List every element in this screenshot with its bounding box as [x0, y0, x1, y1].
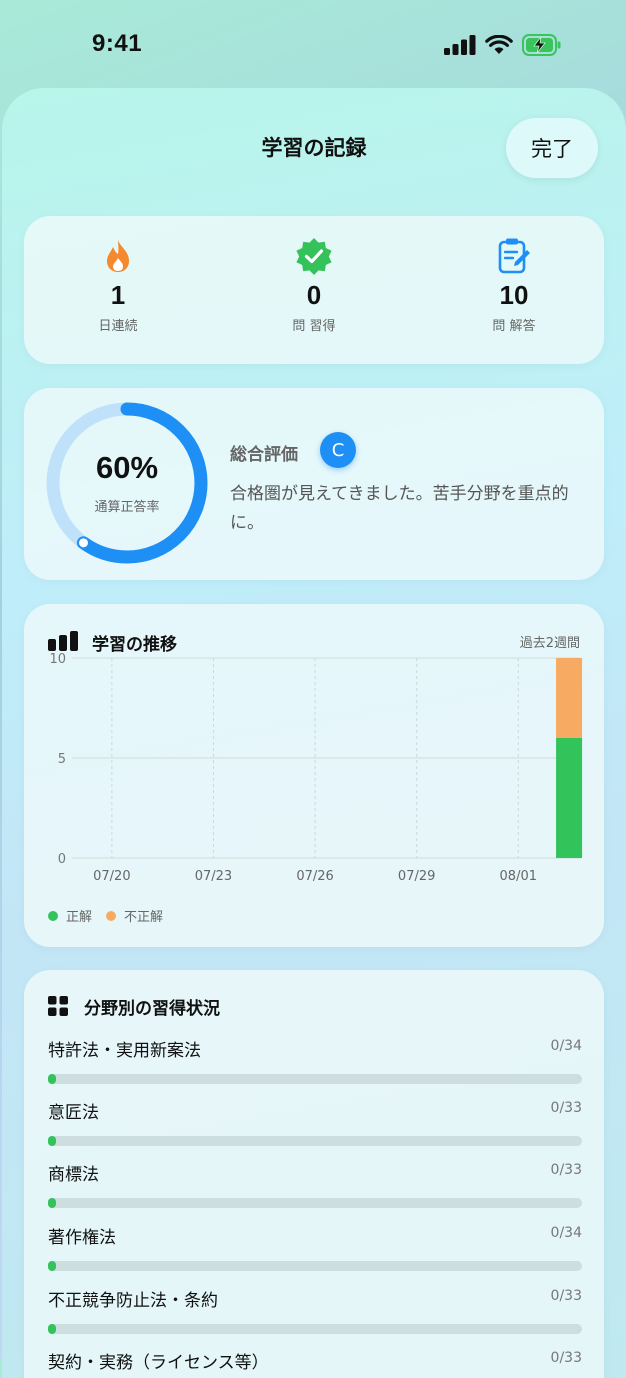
clipboard-edit-icon — [498, 238, 530, 274]
category-title: 分野別の習得状況 — [84, 999, 220, 1019]
accuracy-label: 通算正答率 — [94, 500, 160, 515]
legend-dot-incorrect — [106, 910, 117, 921]
stat-label: 問 解答 — [492, 319, 536, 334]
category-progress-fill — [48, 1074, 56, 1084]
category-item[interactable]: 意匠法 0/33 — [48, 1098, 582, 1146]
category-count: 0/34 — [550, 1038, 582, 1054]
category-progress-bar — [48, 1261, 582, 1271]
done-button[interactable]: 完了 — [506, 118, 598, 178]
trend-legend: 正解 不正解 — [48, 906, 163, 925]
category-count: 0/33 — [550, 1350, 582, 1366]
x-tick-label: 08/01 — [500, 869, 537, 884]
category-name: 意匠法 — [48, 1103, 99, 1123]
category-progress-fill — [48, 1261, 56, 1271]
category-name: 特許法・実用新案法 — [48, 1041, 201, 1061]
status-time: 9:41 — [92, 30, 143, 57]
learning-trend-card: 学習の推移 過去2週間 0 5 10 07/20 07/23 07/26 07/29 08/0… — [24, 604, 604, 947]
category-count: 0/34 — [550, 1225, 582, 1241]
legend-label-incorrect: 不正解 — [124, 910, 164, 925]
wifi-icon — [485, 35, 513, 54]
category-progress-bar — [48, 1136, 582, 1146]
category-progress-fill — [48, 1136, 56, 1146]
stat-mastered: 0 問 習得 — [224, 236, 404, 334]
category-item[interactable]: 商標法 0/33 — [48, 1160, 582, 1208]
category-progress-bar — [48, 1198, 582, 1208]
status-icons — [444, 34, 562, 56]
accuracy-ring-knob — [79, 538, 89, 548]
evaluation-message: 合格圏が見えてきました。苦手分野を重点的に。 — [230, 484, 569, 533]
learning-record-sheet: 学習の記録 完了 1 日連続 0 問 習得 10 問 解答 60% 通算正答率 … — [2, 88, 626, 1378]
legend-label-correct: 正解 — [66, 910, 93, 925]
stat-streak: 1 日連続 — [28, 236, 208, 334]
x-tick-label: 07/20 — [93, 869, 130, 884]
category-progress-fill — [48, 1324, 56, 1334]
verified-badge-icon — [296, 238, 332, 275]
grid-icon — [48, 996, 68, 1016]
category-progress-bar — [48, 1074, 582, 1084]
grade-badge: C — [320, 432, 356, 468]
battery-charging-icon — [522, 34, 561, 56]
category-count: 0/33 — [550, 1100, 582, 1116]
category-progress-bar — [48, 1324, 582, 1334]
category-name: 不正競争防止法・条約 — [48, 1291, 218, 1311]
accuracy-percent: 60% — [95, 450, 159, 485]
stat-label: 問 習得 — [292, 319, 336, 334]
category-count: 0/33 — [550, 1288, 582, 1304]
category-name: 著作権法 — [48, 1228, 116, 1248]
x-tick-label: 07/26 — [296, 869, 333, 884]
category-count: 0/33 — [550, 1162, 582, 1178]
bar-incorrect — [556, 658, 583, 738]
flame-icon — [107, 240, 129, 272]
category-item[interactable]: 特許法・実用新案法 0/34 — [48, 1036, 582, 1084]
trend-chart: 0 5 10 07/20 07/23 07/26 07/29 08/01 — [49, 652, 583, 884]
y-tick-label: 5 — [58, 752, 66, 767]
stat-value: 0 — [306, 280, 322, 310]
stats-card: 1 日連続 0 問 習得 10 問 解答 — [24, 216, 604, 364]
stat-label: 日連続 — [98, 319, 138, 334]
category-progress-card: 分野別の習得状況 特許法・実用新案法 0/34 意匠法 0/33 商標法 0/3… — [24, 970, 604, 1378]
bar-correct — [556, 738, 583, 858]
accuracy-ring: 60% 通算正答率 — [44, 400, 210, 566]
x-tick-label: 07/23 — [195, 869, 232, 884]
category-progress-fill — [48, 1198, 56, 1208]
y-tick-label: 0 — [58, 852, 66, 867]
category-item[interactable]: 契約・実務（ライセンス等） 0/33 — [48, 1348, 582, 1373]
category-item[interactable]: 著作権法 0/34 — [48, 1223, 582, 1271]
stat-answered: 10 問 解答 — [424, 236, 604, 334]
x-tick-label: 07/29 — [398, 869, 435, 884]
cellular-signal-icon — [444, 35, 476, 55]
category-name: 契約・実務（ライセンス等） — [48, 1353, 269, 1373]
category-name: 商標法 — [48, 1165, 99, 1185]
stat-value: 1 — [110, 280, 126, 310]
overall-evaluation-card: 60% 通算正答率 総合評価 C 合格圏が見えてきました。苦手分野を重点的に。 — [24, 388, 604, 580]
category-item[interactable]: 不正競争防止法・条約 0/33 — [48, 1286, 582, 1334]
stat-value: 10 — [499, 280, 529, 310]
evaluation-title: 総合評価 — [230, 445, 298, 465]
legend-dot-correct — [48, 910, 58, 921]
status-bar: 9:41 — [0, 0, 626, 90]
y-tick-label: 10 — [49, 652, 66, 667]
